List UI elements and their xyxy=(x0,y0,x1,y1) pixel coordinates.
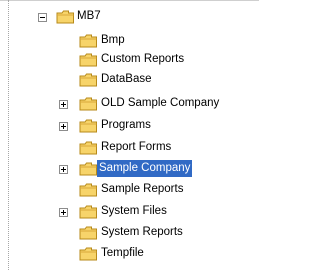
tree-node-mb7[interactable]: MB7 xyxy=(0,8,259,27)
folder-icon xyxy=(79,162,97,176)
folder-icon xyxy=(79,34,97,48)
tree-node-label: MB7 xyxy=(77,10,101,22)
tree-node-label: System Reports xyxy=(101,226,183,238)
folder-icon xyxy=(79,226,97,240)
tree-node-label: Bmp xyxy=(101,34,125,46)
folder-icon xyxy=(79,73,97,87)
plus-expander-icon[interactable] xyxy=(59,100,68,109)
tree-node-system-files[interactable]: System Files xyxy=(0,203,259,222)
tree-node-programs[interactable]: Programs xyxy=(0,117,259,136)
tree-node-sample-company[interactable]: Sample Company xyxy=(0,160,259,179)
tree-node-label: Report Forms xyxy=(101,141,172,153)
tree-node-label: System Files xyxy=(101,205,167,217)
folder-tree: MB7 Bmp Custom Reports DataBase OLD Samp… xyxy=(0,0,259,270)
tree-node-label: DataBase xyxy=(101,73,152,85)
tree-node-sample-reports[interactable]: Sample Reports xyxy=(0,181,259,200)
tree-node-old-sample-company[interactable]: OLD Sample Company xyxy=(0,95,259,114)
plus-expander-icon[interactable] xyxy=(59,122,68,131)
tree-node-label-selected: Sample Company xyxy=(97,160,193,177)
tree-node-label: Tempfile xyxy=(101,247,144,259)
top-divider xyxy=(0,0,259,1)
tree-node-database[interactable]: DataBase xyxy=(0,71,259,90)
folder-icon xyxy=(79,53,97,67)
tree-node-label: Programs xyxy=(101,119,151,131)
folder-icon xyxy=(79,247,97,261)
tree-node-label: OLD Sample Company xyxy=(101,97,220,109)
tree-node-system-reports[interactable]: System Reports xyxy=(0,224,259,243)
folder-icon xyxy=(79,141,97,155)
folder-icon xyxy=(79,205,97,219)
folder-icon xyxy=(56,10,74,24)
folder-icon xyxy=(79,97,97,111)
tree-node-report-forms[interactable]: Report Forms xyxy=(0,139,259,158)
tree-node-label: Custom Reports xyxy=(101,53,185,65)
tree-node-label: Sample Reports xyxy=(101,183,184,195)
folder-icon xyxy=(79,183,97,197)
tree-node-bmp[interactable]: Bmp xyxy=(0,32,259,51)
collapse-icon[interactable] xyxy=(38,13,47,22)
plus-expander-icon[interactable] xyxy=(59,208,68,217)
folder-icon xyxy=(79,119,97,133)
plus-expander-icon[interactable] xyxy=(59,165,68,174)
tree-node-tempfile[interactable]: Tempfile xyxy=(0,245,259,264)
tree-node-custom-reports[interactable]: Custom Reports xyxy=(0,51,259,70)
